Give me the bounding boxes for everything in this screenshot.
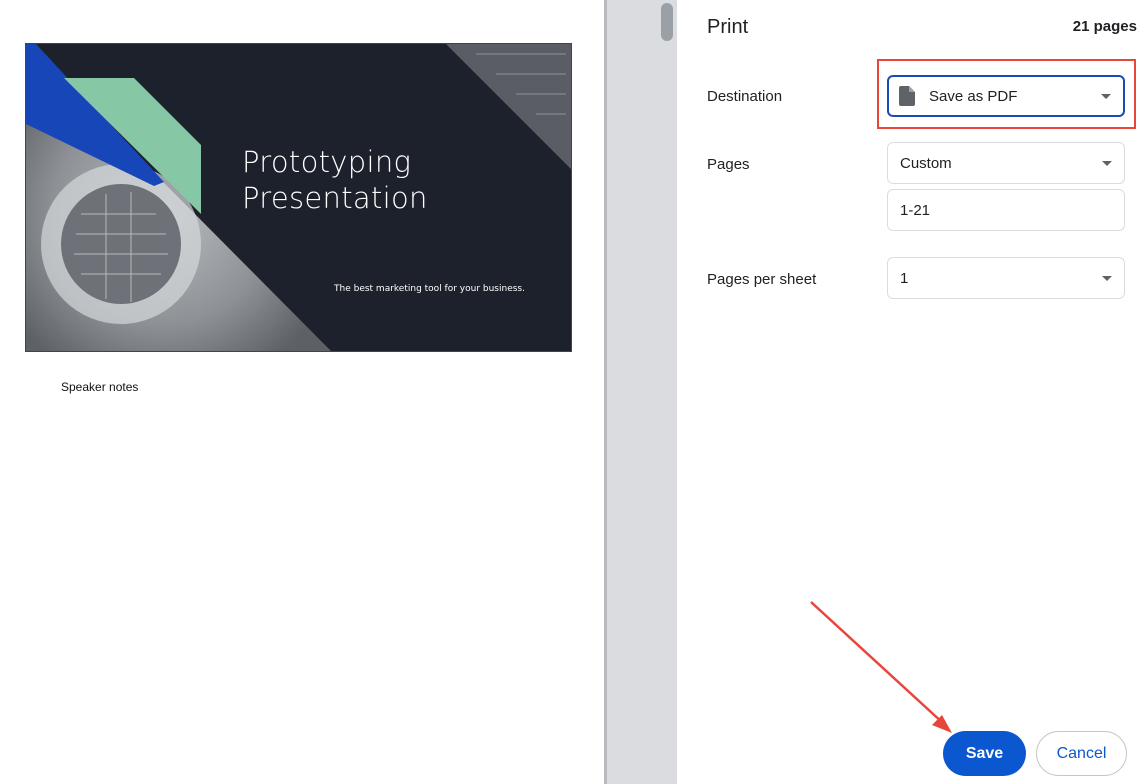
slide-title-line-2: Presentation xyxy=(242,181,428,215)
chevron-down-icon xyxy=(1102,276,1112,281)
pages-per-sheet-value: 1 xyxy=(900,269,909,287)
print-preview: Prototyping Presentation The best market… xyxy=(0,0,604,784)
destination-value: Save as PDF xyxy=(929,87,1018,105)
destination-select[interactable]: Save as PDF xyxy=(887,75,1125,117)
file-icon xyxy=(899,86,915,106)
pages-per-sheet-select[interactable]: 1 xyxy=(887,257,1125,299)
chevron-down-icon xyxy=(1102,161,1112,166)
slide-title: Prototyping Presentation xyxy=(242,144,428,216)
speaker-notes: Speaker notes xyxy=(61,380,139,394)
page-count: 21 pages xyxy=(1072,18,1137,35)
page-range-input[interactable]: 1-21 xyxy=(887,189,1125,231)
pages-select[interactable]: Custom xyxy=(887,142,1125,184)
slide-thumbnail: Prototyping Presentation The best market… xyxy=(25,43,572,352)
pages-label: Pages xyxy=(707,156,750,173)
save-button[interactable]: Save xyxy=(943,731,1026,776)
panel-title: Print xyxy=(707,16,749,38)
scrollbar-thumb[interactable] xyxy=(661,3,673,41)
pages-value: Custom xyxy=(900,154,952,172)
preview-scroll-gutter xyxy=(604,0,677,784)
cancel-button[interactable]: Cancel xyxy=(1036,731,1127,776)
slide-title-line-1: Prototyping xyxy=(242,145,412,179)
pages-per-sheet-label: Pages per sheet xyxy=(707,271,817,288)
chevron-down-icon xyxy=(1101,94,1111,99)
preview-divider xyxy=(604,0,607,784)
destination-label: Destination xyxy=(707,88,783,105)
print-settings-panel: Print 21 pages Destination Save as PDF P… xyxy=(677,0,1147,784)
page-range-value: 1-21 xyxy=(900,201,931,219)
slide-subtitle: The best marketing tool for your busines… xyxy=(334,284,525,294)
